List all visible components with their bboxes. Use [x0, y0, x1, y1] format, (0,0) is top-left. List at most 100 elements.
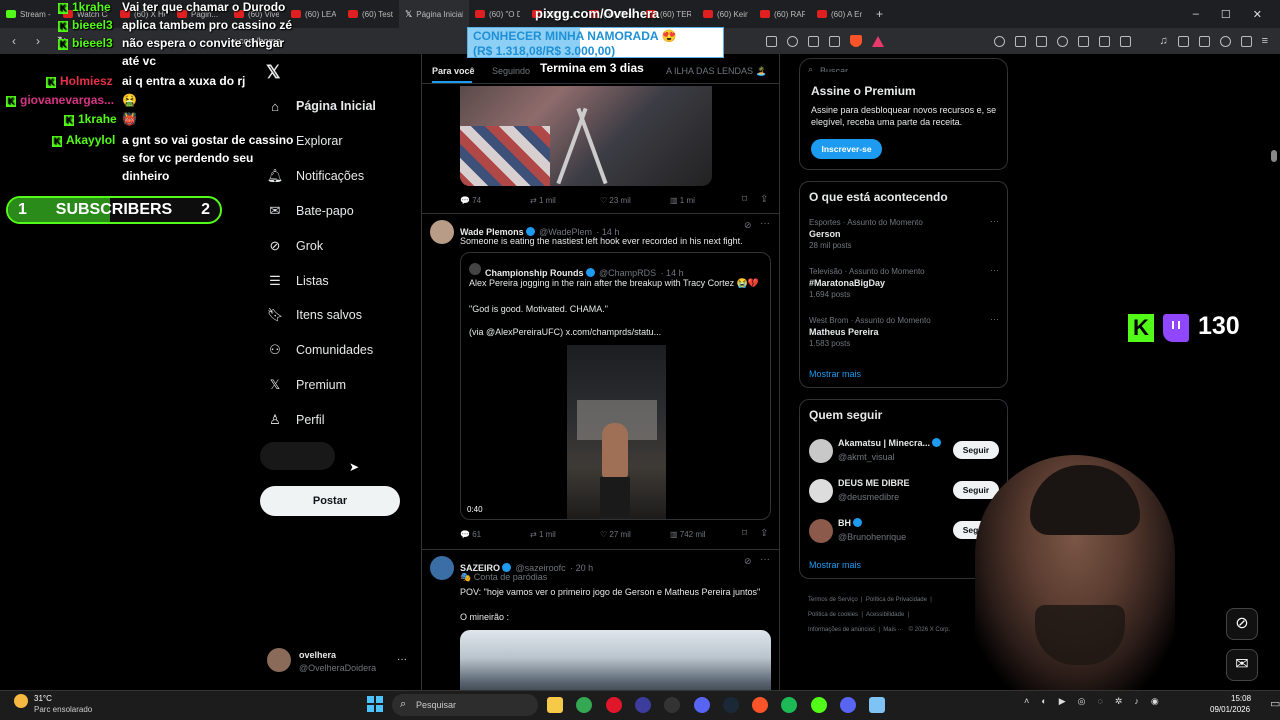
share-icon[interactable]: ⇪ [760, 528, 768, 539]
browser-tab[interactable]: Stream - ... [0, 0, 57, 28]
more-icon[interactable]: ··· [760, 554, 770, 565]
avatar[interactable] [430, 220, 454, 244]
notepad-icon[interactable] [869, 697, 886, 713]
extension-icon[interactable] [994, 35, 1006, 47]
zoom-icon[interactable] [787, 35, 799, 47]
browser-tab[interactable]: (60) Testan [342, 0, 399, 28]
brave-shields-icon[interactable] [850, 35, 863, 47]
leo-ai-icon[interactable] [1219, 35, 1231, 47]
subscribe-button[interactable]: Inscrever-se [811, 139, 882, 159]
clock-time[interactable]: 15:08 [1231, 694, 1251, 703]
tweet-image[interactable] [460, 630, 771, 690]
screenshot-icon[interactable] [766, 35, 778, 47]
quote-tweet[interactable]: Championship Rounds @ChampRDS · 14 h Ale… [460, 252, 771, 520]
kick-icon[interactable] [810, 697, 827, 713]
media-icon[interactable]: ♫ [1159, 35, 1167, 47]
steam-icon[interactable] [722, 697, 739, 713]
bookmark-page-icon[interactable] [829, 35, 841, 47]
tweet-time[interactable]: · 20 h [570, 563, 593, 573]
maximize-button[interactable]: ☐ [1221, 8, 1231, 21]
minimize-button[interactable]: – [1193, 8, 1199, 21]
vpn-icon[interactable] [1240, 35, 1252, 47]
sidebar-item-premium[interactable]: 𝕏 Premium [268, 375, 346, 395]
wallet-icon[interactable] [1198, 35, 1210, 47]
tab-para-voce[interactable]: Para você [432, 66, 475, 76]
more-icon[interactable]: ··· [990, 216, 999, 226]
close-window-button[interactable]: ✕ [1253, 8, 1262, 21]
file-explorer-icon[interactable] [547, 697, 563, 713]
avatar[interactable] [430, 556, 454, 580]
tweet[interactable]: Wade Plemons @WadePlem · 14 h ⊘ ··· Some… [422, 214, 779, 550]
show-more-link[interactable]: Mostrar mais [809, 369, 861, 379]
sidebar-item-grok[interactable]: ⊘ Grok [268, 236, 324, 256]
new-tab-button[interactable]: + [868, 7, 891, 21]
browser-tab[interactable]: (60) Keiner [697, 0, 754, 28]
browser-tab[interactable]: 𝕏Página Inicial / X [399, 0, 469, 28]
browser-tab[interactable]: (60) RAFFL [754, 0, 811, 28]
reply-button[interactable]: 💬 74 [460, 196, 530, 205]
avatar[interactable] [809, 519, 833, 543]
suggestion-name[interactable]: BH [838, 518, 851, 528]
trend-item[interactable]: West Brom · Assunto do Momento Matheus P… [809, 314, 999, 348]
extension-icon[interactable] [1036, 35, 1048, 47]
share-icon[interactable] [808, 35, 820, 47]
sidebar-item-bate-papo[interactable]: ✉ Bate-papo [268, 201, 354, 221]
sidebar-item-itens-salvos[interactable]: 🔖︎ Itens salvos [267, 305, 362, 325]
suggestion-name[interactable]: Akamatsu | Minecra... [838, 438, 930, 448]
show-more-link[interactable]: Mostrar mais [809, 560, 861, 570]
bookmark-icon[interactable]: ⌑ [742, 528, 747, 539]
more-icon[interactable]: ··· [760, 218, 770, 229]
extension-icon[interactable] [1057, 35, 1069, 47]
views-button[interactable]: ▥ 742 mil [670, 530, 740, 539]
footer-link[interactable]: Acessibilidade [866, 612, 904, 618]
sidebar-toggle-icon[interactable] [1177, 35, 1189, 47]
grok-icon[interactable]: ⊘ [744, 220, 752, 231]
share-icon[interactable]: ⇪ [760, 194, 768, 205]
suggestion-name[interactable]: DEUS ME DIBRE [838, 478, 910, 488]
suggestion-handle[interactable]: @deusmedibre [838, 492, 899, 502]
scrollbar-thumb[interactable] [1271, 150, 1277, 162]
clock-date[interactable]: 09/01/2026 [1210, 705, 1250, 714]
notification-icon[interactable]: ▭ [1270, 697, 1280, 710]
repost-button[interactable]: ⇄ 1 mil [530, 196, 600, 205]
quote-video[interactable] [567, 345, 666, 519]
footer-link[interactable]: Informações de anúncios [808, 627, 875, 633]
menu-icon[interactable]: ≡ [1262, 35, 1268, 47]
weather-icon[interactable] [14, 694, 28, 708]
extension-icon[interactable] [1015, 35, 1027, 47]
tweet[interactable]: SAZEIRO @sazeiroofc · 20 h ⊘ ··· 🎭 Conta… [422, 550, 779, 690]
opera-icon[interactable] [605, 697, 622, 713]
browser-tab[interactable]: (60) A Entr [811, 0, 868, 28]
grok-float-icon[interactable]: ⊘ [1226, 608, 1258, 640]
discord-icon[interactable] [840, 697, 856, 713]
tweet-image[interactable] [460, 86, 712, 186]
suggestion-handle[interactable]: @akmt_visual [838, 452, 895, 462]
footer-link[interactable]: Mais ··· [883, 627, 903, 633]
app-icon[interactable] [693, 697, 710, 713]
tab-ilha-das-lendas[interactable]: A ILHA DAS LENDAS 🏝️ [666, 66, 767, 77]
browser-tab[interactable]: (60) "O DE [469, 0, 526, 28]
footer-link[interactable]: Termos de Serviço [808, 597, 858, 603]
brave-icon[interactable] [752, 697, 769, 713]
trend-item[interactable]: Televisão · Assunto do Momento #Maratona… [809, 265, 999, 299]
tab-seguindo[interactable]: Seguindo [492, 66, 530, 76]
system-tray[interactable]: ˄◐▶◎◌✲♪◉ [1024, 696, 1171, 707]
avatar[interactable] [809, 439, 833, 463]
footer-link[interactable]: Política de Privacidade [866, 597, 927, 603]
forward-icon[interactable]: › [28, 34, 48, 48]
avatar[interactable] [267, 648, 291, 672]
grok-icon[interactable]: ⊘ [744, 556, 752, 567]
like-button[interactable]: ♡ 27 mil [600, 530, 670, 539]
suggestion-handle[interactable]: @Brunohenrique [838, 532, 906, 542]
messages-float-icon[interactable]: ✉ [1226, 649, 1258, 681]
views-button[interactable]: ▥ 1 mi [670, 196, 740, 205]
like-button[interactable]: ♡ 23 mil [600, 196, 670, 205]
brave-rewards-icon[interactable] [872, 35, 885, 47]
more-icon[interactable]: ··· [990, 265, 999, 275]
sidebar-item-listas[interactable]: ☰ Listas [268, 271, 328, 291]
avatar[interactable] [809, 479, 833, 503]
account-menu-icon[interactable]: ··· [397, 654, 407, 665]
extension-icon[interactable] [1099, 35, 1111, 47]
back-icon[interactable]: ‹ [4, 34, 24, 48]
trend-item[interactable]: Esportes · Assunto do Momento Gerson 28 … [809, 216, 999, 250]
